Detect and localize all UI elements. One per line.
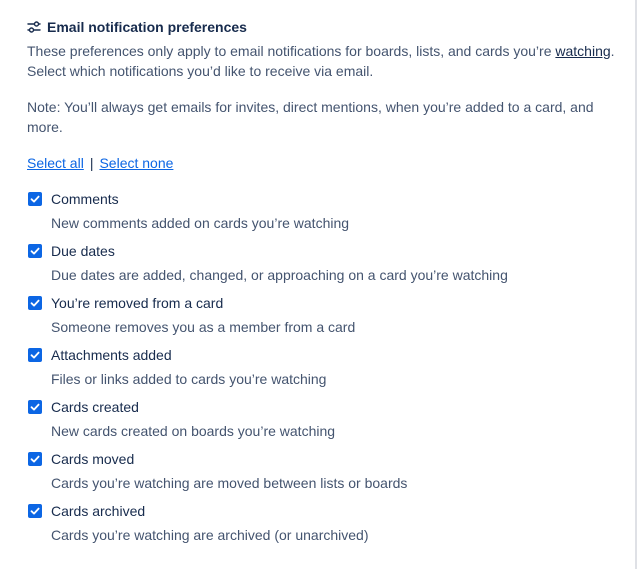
check-icon [30,195,40,203]
sliders-icon [27,20,41,34]
option-cards-created: Cards created New cards created on board… [27,397,623,449]
option-removed-from-card: You’re removed from a card Someone remov… [27,293,623,345]
option-description: Someone removes you as a member from a c… [51,319,356,335]
option-label[interactable]: Comments [51,189,119,209]
select-separator: | [89,155,94,171]
watching-link[interactable]: watching [555,43,610,59]
note-text: Note: You’ll always get emails for invit… [27,99,594,135]
notification-options-list: Comments New comments added on cards you… [27,189,623,553]
description-text-start: These preferences only apply to email no… [27,43,556,59]
preferences-description: These preferences only apply to email no… [27,41,623,81]
select-all-link[interactable]: Select all [27,155,84,171]
option-label[interactable]: You’re removed from a card [51,293,223,313]
option-label[interactable]: Attachments added [51,345,172,365]
removed-from-card-checkbox[interactable] [28,296,42,310]
select-none-link[interactable]: Select none [99,155,173,171]
attachments-added-checkbox[interactable] [28,348,42,362]
comments-checkbox[interactable] [28,192,42,206]
option-cards-archived: Cards archived Cards you’re watching are… [27,501,623,553]
option-label[interactable]: Cards created [51,397,139,417]
check-icon [30,403,40,411]
cards-moved-checkbox[interactable] [28,452,42,466]
section-header: Email notification preferences [27,17,247,37]
check-icon [30,507,40,515]
option-description: Cards you’re watching are moved between … [51,475,408,491]
select-controls: Select all | Select none [27,153,173,173]
option-due-dates: Due dates Due dates are added, changed, … [27,241,623,293]
option-description: Cards you’re watching are archived (or u… [51,527,369,543]
option-label[interactable]: Due dates [51,241,115,261]
due-dates-checkbox[interactable] [28,244,42,258]
option-cards-moved: Cards moved Cards you’re watching are mo… [27,449,623,501]
option-comments: Comments New comments added on cards you… [27,189,623,241]
page-title: Email notification preferences [47,19,247,35]
check-icon [30,247,40,255]
check-icon [30,299,40,307]
check-icon [30,455,40,463]
option-description: Due dates are added, changed, or approac… [51,267,508,283]
option-description: New cards created on boards you’re watch… [51,423,336,439]
option-description: New comments added on cards you’re watch… [51,215,350,231]
cards-archived-checkbox[interactable] [28,504,42,518]
check-icon [30,351,40,359]
option-label[interactable]: Cards archived [51,501,145,521]
option-label[interactable]: Cards moved [51,449,134,469]
cards-created-checkbox[interactable] [28,400,42,414]
option-attachments-added: Attachments added Files or links added t… [27,345,623,397]
option-description: Files or links added to cards you’re wat… [51,371,327,387]
